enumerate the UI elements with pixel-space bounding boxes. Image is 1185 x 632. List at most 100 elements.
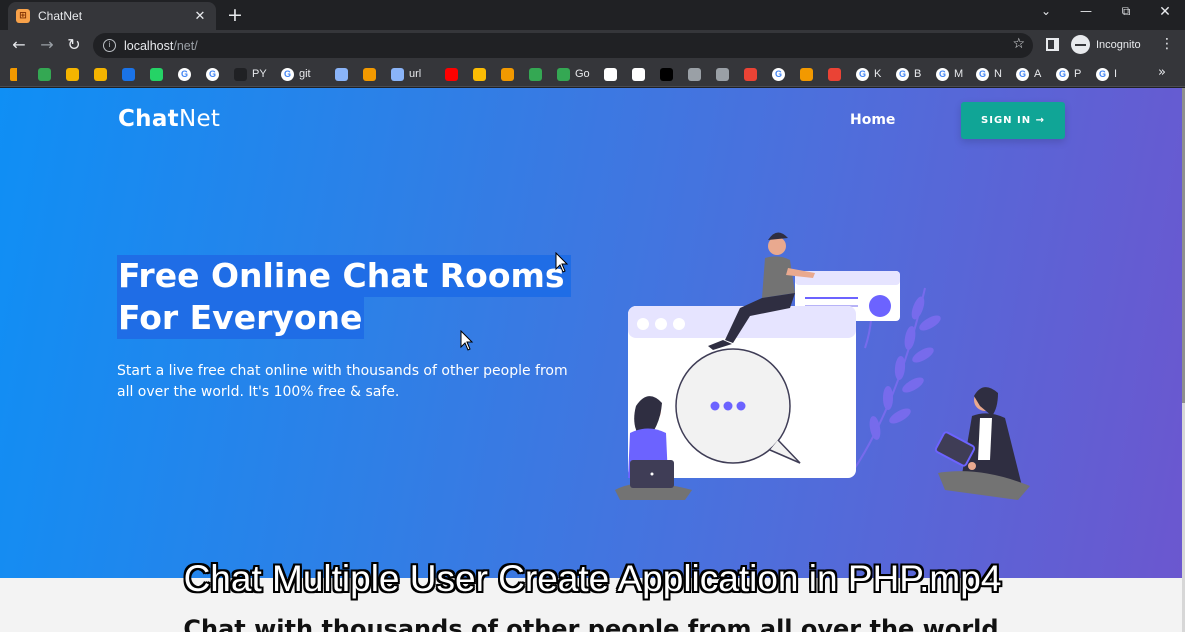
close-window-icon[interactable]: ✕ — [1154, 4, 1176, 20]
bookmark-item[interactable] — [122, 66, 135, 82]
incognito-indicator[interactable]: Incognito — [1071, 35, 1141, 54]
bookmark-item[interactable] — [178, 66, 191, 82]
ieee-icon — [122, 67, 135, 81]
reload-icon[interactable]: ↻ — [63, 35, 85, 54]
sign-in-button[interactable]: SIGN IN → — [961, 102, 1065, 139]
google-icon — [896, 67, 909, 81]
bookmark-item[interactable]: A — [1016, 66, 1041, 82]
app-icon — [632, 67, 645, 81]
incognito-icon — [1071, 35, 1090, 54]
new-tab-icon[interactable]: + — [226, 5, 244, 25]
shield-icon — [66, 67, 79, 81]
car-icon — [335, 67, 348, 81]
bookmark-item[interactable] — [744, 66, 757, 82]
brand-bold: Chat — [118, 106, 179, 132]
tab-strip: ⊞ ChatNet ✕ + ⌄ — ⧉ ✕ — [0, 0, 1185, 30]
mouse-cursor-icon — [555, 252, 569, 273]
bookmark-item[interactable] — [660, 66, 673, 82]
bookmark-item[interactable] — [363, 66, 376, 82]
web-page: ChatNet Home SIGN IN → Free Online Chat … — [0, 88, 1185, 632]
bookmark-label: I — [1114, 68, 1118, 80]
bookmark-item[interactable]: N — [976, 66, 1002, 82]
bookmark-item[interactable] — [501, 66, 514, 82]
swirl-icon — [38, 67, 51, 81]
xampp-icon: ⊞ — [16, 9, 30, 23]
google-icon — [772, 67, 785, 81]
bookmark-item[interactable]: PY — [234, 66, 267, 82]
bookmark-item[interactable] — [529, 66, 542, 82]
video-caption: Chat Multiple User Create Application in… — [183, 558, 1002, 599]
forward-icon[interactable]: → — [36, 35, 58, 54]
bookmark-label: PY — [252, 68, 267, 80]
cone-icon — [363, 67, 376, 81]
bookmark-item[interactable] — [150, 66, 163, 82]
bookmark-item[interactable] — [66, 66, 79, 82]
bookmark-item[interactable]: url — [391, 66, 421, 82]
bookmark-label: P — [1074, 68, 1082, 80]
tab-search-icon[interactable]: ⌄ — [1035, 4, 1057, 18]
bookmark-item[interactable] — [800, 66, 813, 82]
side-panel-icon[interactable] — [1046, 38, 1059, 51]
face-icon — [828, 67, 841, 81]
bookmark-item[interactable] — [335, 66, 348, 82]
browser-menu-icon[interactable]: ⋮ — [1160, 36, 1174, 52]
browser-tab[interactable]: ⊞ ChatNet ✕ — [8, 2, 216, 30]
restore-icon[interactable]: ⧉ — [1115, 4, 1137, 19]
bookmark-item[interactable] — [828, 66, 841, 82]
bookmark-item[interactable]: B — [896, 66, 921, 82]
features-heading: Chat with thousands of other people from… — [183, 615, 999, 632]
bookmark-item[interactable] — [445, 66, 458, 82]
bookmark-item[interactable] — [94, 66, 107, 82]
bookmark-label: A — [1034, 68, 1042, 80]
bookmark-item[interactable] — [10, 66, 17, 82]
bookmark-item[interactable] — [473, 66, 486, 82]
globe-icon — [688, 67, 701, 81]
bookmark-item[interactable] — [632, 66, 645, 82]
google-icon — [281, 67, 294, 81]
info-icon[interactable]: i — [103, 39, 116, 52]
bookmark-item[interactable] — [38, 66, 51, 82]
bookmark-item[interactable] — [688, 66, 701, 82]
google-icon — [206, 67, 219, 81]
bookmark-item[interactable]: M — [936, 66, 963, 82]
mouse-cursor-icon — [460, 330, 474, 351]
youtube-icon — [445, 67, 458, 81]
bookmark-item[interactable] — [206, 66, 219, 82]
url-path: /net/ — [173, 38, 198, 53]
bookmark-item[interactable] — [772, 66, 785, 82]
bookmark-item[interactable]: git — [281, 66, 311, 82]
tab-title: ChatNet — [38, 9, 83, 23]
minimize-icon[interactable]: — — [1075, 4, 1097, 18]
address-bar[interactable]: i localhost/net/ ☆ — [93, 33, 1033, 58]
bookmark-item[interactable] — [716, 66, 729, 82]
bookmark-label: Go — [575, 68, 590, 80]
bookmark-item[interactable]: Go — [557, 66, 590, 82]
brand-logo[interactable]: ChatNet — [118, 106, 220, 132]
nav-home-link[interactable]: Home — [850, 112, 895, 128]
headline-line-1: Free Online Chat Rooms — [117, 255, 571, 297]
google-icon — [1056, 67, 1069, 81]
bookmark-icon — [10, 67, 17, 81]
arrow-icon — [800, 67, 813, 81]
p-icon — [473, 67, 486, 81]
bookmarks-overflow-icon[interactable]: » — [1158, 65, 1166, 80]
bookmark-label: M — [954, 68, 964, 80]
swirl-icon — [557, 67, 570, 81]
bookmark-item[interactable]: I — [1096, 66, 1117, 82]
bookmark-label: K — [874, 68, 882, 80]
bookmark-label: url — [409, 68, 422, 80]
bookmark-item[interactable]: P — [1056, 66, 1081, 82]
tab-close-icon[interactable]: ✕ — [192, 9, 208, 24]
bookmark-item[interactable] — [604, 66, 617, 82]
globe-icon — [716, 67, 729, 81]
incognito-label: Incognito — [1096, 38, 1141, 51]
bookmark-item[interactable]: K — [856, 66, 881, 82]
chat-illustration — [615, 232, 1030, 500]
bookmark-label: B — [914, 68, 922, 80]
bookmark-star-icon[interactable]: ☆ — [1012, 36, 1025, 52]
camera-icon — [501, 67, 514, 81]
back-icon[interactable]: ← — [8, 35, 30, 54]
yandex-icon — [744, 67, 757, 81]
hero-section: ChatNet Home SIGN IN → Free Online Chat … — [0, 88, 1182, 578]
google-icon — [1016, 67, 1029, 81]
